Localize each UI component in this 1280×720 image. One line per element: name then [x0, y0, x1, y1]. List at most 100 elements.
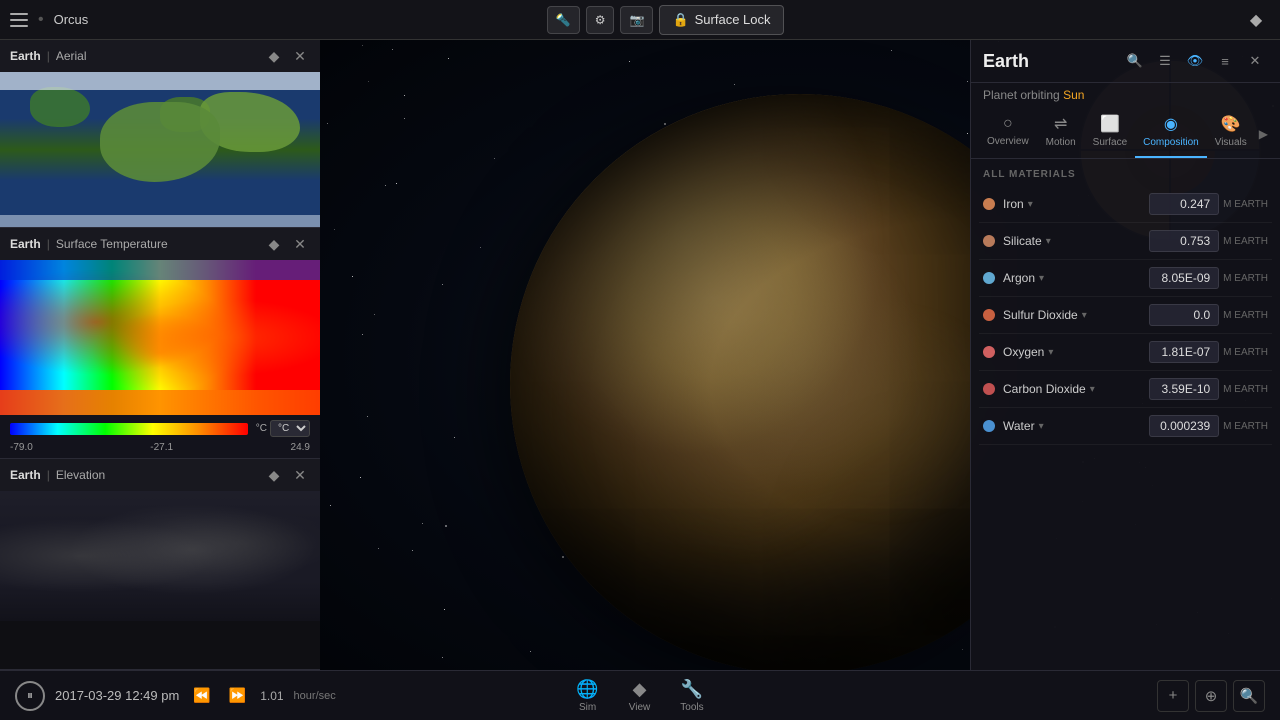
star	[444, 609, 445, 610]
temp-close-btn[interactable]: ✕	[290, 234, 310, 254]
list-button[interactable]: ≡	[1212, 48, 1238, 74]
star	[368, 81, 369, 82]
elevation-close-btn[interactable]: ✕	[290, 465, 310, 485]
material-color-dot	[983, 346, 995, 358]
temp-panel-header: Earth | Surface Temperature ◆ ✕	[0, 228, 320, 260]
left-panel: Earth | Aerial ◆ ✕ Earth | Surface T	[0, 40, 320, 670]
tab-motion[interactable]: ⇌ Motion	[1037, 110, 1085, 158]
menu-button[interactable]	[10, 13, 28, 27]
materials-list: Iron ▾ 0.247 M EARTH Silicate ▾ 0.753 M …	[971, 186, 1280, 670]
camera-icon: 📷	[629, 13, 644, 27]
temp-unit-select[interactable]: °C°FK	[270, 420, 310, 437]
star	[404, 118, 405, 119]
star	[442, 657, 443, 658]
tab-surface[interactable]: ⬜ Surface	[1085, 110, 1135, 158]
asia-continent	[200, 92, 300, 152]
view-nav-icon: ◆	[633, 679, 647, 700]
bottom-bar: ⏸ 2017-03-29 12:49 pm ⏪ ⏩ 1.01 hour/sec …	[0, 670, 1280, 720]
tab-composition[interactable]: ◉ Composition	[1135, 110, 1207, 158]
star	[412, 550, 413, 551]
material-dropdown[interactable]: ▾	[1048, 347, 1053, 358]
pause-button[interactable]: ⏸	[15, 681, 45, 711]
elevation-type-label: Elevation	[56, 468, 105, 482]
rewind-button[interactable]: ⏪	[189, 683, 214, 708]
torch-button[interactable]: 🔦	[547, 6, 580, 34]
tabs: ○ Overview ⇌ Motion ⬜ Surface ◉ Composit…	[971, 102, 1280, 159]
material-row: Carbon Dioxide ▾ 3.59E-10 M EARTH	[979, 371, 1272, 408]
elevation-panel: Earth | Elevation ◆ ✕	[0, 459, 320, 670]
aerial-planet-label: Earth	[10, 49, 41, 63]
aerial-layers-btn[interactable]: ◆	[264, 46, 284, 66]
star	[362, 334, 363, 335]
aerial-panel-header: Earth | Aerial ◆ ✕	[0, 40, 320, 72]
elevation-planet-label: Earth	[10, 468, 41, 482]
tab-visuals[interactable]: 🎨 Visuals	[1207, 110, 1255, 158]
material-name: Oxygen ▾	[1003, 345, 1149, 359]
top-bar-left: • Orcus	[10, 11, 88, 29]
material-dropdown[interactable]: ▾	[1039, 421, 1044, 432]
star	[448, 58, 449, 59]
material-name: Silicate ▾	[1003, 234, 1149, 248]
material-dropdown[interactable]: ▾	[1039, 273, 1044, 284]
elevation-layers-btn[interactable]: ◆	[264, 465, 284, 485]
composition-icon: ◉	[1164, 114, 1178, 134]
material-dropdown[interactable]: ▾	[1028, 199, 1033, 210]
material-unit: M EARTH	[1223, 310, 1268, 321]
material-value: 0.753	[1149, 230, 1219, 252]
search-button[interactable]: 🔍	[1122, 48, 1148, 74]
aerial-close-btn[interactable]: ✕	[290, 46, 310, 66]
tools-icon: 🔧	[681, 679, 703, 700]
settings-button[interactable]: ⚙	[586, 6, 615, 34]
overview-icon: ○	[1003, 115, 1013, 133]
visuals-icon: 🎨	[1221, 114, 1241, 134]
elevation-panel-header: Earth | Elevation ◆ ✕	[0, 459, 320, 491]
temp-layers-btn[interactable]: ◆	[264, 234, 284, 254]
material-value: 8.05E-09	[1149, 267, 1219, 289]
lock-icon: 🔒	[672, 12, 688, 28]
time-unit: hour/sec	[294, 690, 336, 702]
nav-view[interactable]: ◆ View	[629, 679, 651, 713]
material-row: Oxygen ▾ 1.81E-07 M EARTH	[979, 334, 1272, 371]
tab-overview[interactable]: ○ Overview	[979, 111, 1037, 157]
nav-sim[interactable]: 🌐 Sim	[576, 679, 598, 713]
nav-tools[interactable]: 🔧 Tools	[680, 679, 703, 713]
tabs-more[interactable]: ▶	[1255, 123, 1272, 145]
material-unit: M EARTH	[1223, 236, 1268, 247]
section-title: ALL MATERIALS	[971, 159, 1280, 186]
torch-icon: 🔦	[556, 13, 571, 27]
star	[454, 437, 455, 438]
star	[360, 477, 361, 478]
close-button[interactable]: ✕	[1242, 48, 1268, 74]
elevation-map-image	[0, 491, 320, 621]
material-dropdown[interactable]: ▾	[1082, 310, 1087, 321]
material-color-dot	[983, 235, 995, 247]
north-ice-cap	[0, 72, 320, 90]
surface-lock-button[interactable]: 🔒 Surface Lock	[659, 5, 783, 35]
search-bottom-button[interactable]: 🔍	[1233, 680, 1265, 712]
material-name: Carbon Dioxide ▾	[1003, 382, 1149, 396]
material-dropdown[interactable]: ▾	[1046, 236, 1051, 247]
star	[967, 81, 968, 82]
add-button[interactable]: +	[1157, 680, 1189, 712]
view-button[interactable]: 👁	[1182, 48, 1208, 74]
material-unit: M EARTH	[1223, 199, 1268, 210]
star-link[interactable]: Sun	[1063, 88, 1084, 102]
material-color-dot	[983, 383, 995, 395]
material-value: 0.0	[1149, 304, 1219, 326]
info-button[interactable]: ☰	[1152, 48, 1178, 74]
star	[494, 158, 495, 159]
material-dropdown[interactable]: ▾	[1090, 384, 1095, 395]
timestamp: 2017-03-29 12:49 pm	[55, 688, 179, 703]
star	[374, 314, 375, 315]
material-unit: M EARTH	[1223, 347, 1268, 358]
camera-button[interactable]: 📷	[620, 6, 653, 34]
star	[334, 229, 335, 230]
star	[396, 183, 397, 184]
colorbar-container: °C °C°FK	[0, 415, 320, 442]
colorbar-labels: -79.0 -27.1 24.9	[0, 442, 320, 458]
forward-button[interactable]: ⏩	[225, 683, 250, 708]
colorbar-mid: -27.1	[150, 442, 173, 453]
target-button[interactable]: ⊕	[1195, 680, 1227, 712]
aerial-panel: Earth | Aerial ◆ ✕	[0, 40, 320, 228]
layers-icon[interactable]: ◆	[1242, 6, 1270, 34]
